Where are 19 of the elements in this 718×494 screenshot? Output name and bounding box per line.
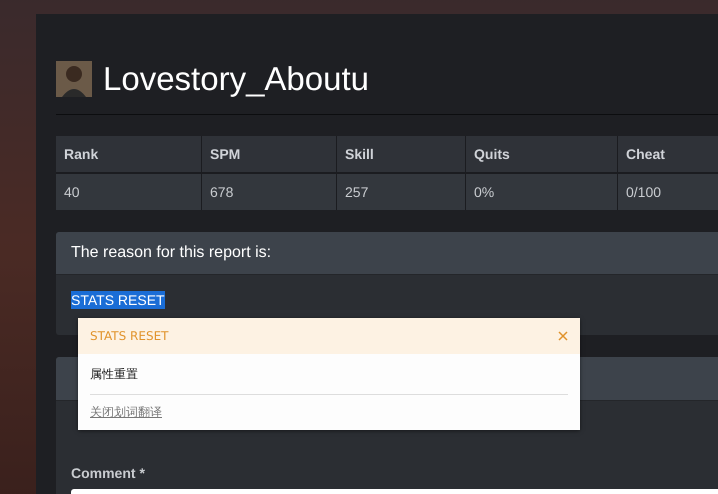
close-icon[interactable] [558, 331, 568, 341]
comment-label: Comment * [71, 465, 146, 481]
table-cell: 40 [56, 174, 201, 210]
column-header: Quits [466, 136, 617, 172]
column-header: Rank [56, 136, 201, 172]
column-header: Cheat [618, 136, 718, 172]
popup-term: STATS RESET [90, 329, 169, 343]
report-reason: STATS RESET [71, 291, 165, 309]
avatar [56, 61, 92, 97]
table-cell: 0% [466, 174, 617, 210]
popup-translation: 属性重置 [90, 354, 568, 395]
table-cell: 257 [337, 174, 465, 210]
disable-translation-link[interactable]: 关闭划词翻译 [90, 404, 162, 421]
column-header: Skill [337, 136, 465, 172]
player-name: Lovestory_Aboutu [103, 61, 370, 97]
panel-title: The reason for this report is: [71, 244, 272, 262]
column-header: SPM [202, 136, 336, 172]
table-cell: 678 [202, 174, 336, 210]
table-cell: 0/100 [618, 174, 718, 210]
